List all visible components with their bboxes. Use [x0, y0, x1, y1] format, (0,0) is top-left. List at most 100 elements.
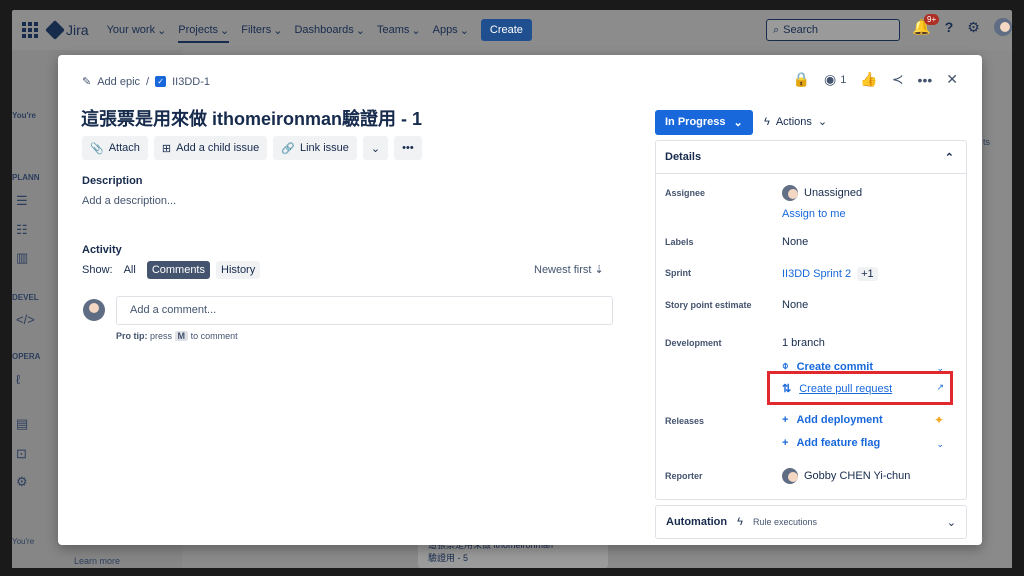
task-type-icon[interactable]: ✓ [155, 76, 167, 87]
app-switcher-icon[interactable] [22, 22, 38, 38]
keyboard-shortcut-key: M [174, 331, 189, 341]
description-field[interactable]: Add a description... [82, 195, 176, 207]
activity-heading: Activity [82, 244, 122, 256]
link-issue-button[interactable]: 🔗 Link issue [273, 136, 357, 160]
sort-icon: ⇣ [594, 264, 604, 276]
settings-gear-icon[interactable]: ⚙ [967, 19, 980, 36]
settings-icon[interactable]: ⚙ [16, 474, 28, 490]
close-icon[interactable]: ✕ [946, 71, 958, 88]
lightning-icon: ϟ [764, 115, 770, 128]
assign-to-me-link[interactable]: Assign to me [782, 208, 846, 220]
nav-apps[interactable]: Apps ⌄ [433, 24, 469, 37]
issue-title[interactable]: 這張票是用來做 ithomeironman驗證用 - 1 [81, 105, 422, 131]
automation-title: Automation [666, 516, 728, 528]
assignee-label: Assignee [665, 188, 706, 198]
jira-logo-icon [45, 20, 65, 40]
unassigned-avatar-icon [782, 185, 798, 201]
code-icon[interactable]: </> [16, 312, 35, 327]
watch-button[interactable]: ◉ 1 [824, 71, 846, 88]
show-label: Show: [82, 264, 113, 276]
search-placeholder: Search [783, 24, 819, 36]
releases-expand-icon[interactable]: ⌄ [936, 439, 944, 450]
search-icon: ⌕ [773, 23, 780, 36]
issue-detail-modal: ✎ Add epic / ✓ II3DD-1 🔒 ◉ 1 👍 ≺ ••• ✕ 這張… [58, 55, 982, 545]
sidebar-section-operations: OPERA [12, 352, 41, 361]
automation-panel[interactable]: Automation ϟ Rule executions ⌄ [655, 505, 967, 539]
learn-more-link[interactable]: Learn more [74, 556, 120, 566]
chevron-up-icon: ⌃ [944, 151, 954, 164]
development-label: Development [665, 338, 722, 348]
like-icon[interactable]: 👍 [860, 71, 877, 88]
operations-icon[interactable]: ℓ [16, 372, 20, 387]
story-points-field[interactable]: None [782, 299, 808, 311]
reporter-avatar [782, 468, 798, 484]
sprint-extra-badge[interactable]: +1 [857, 267, 878, 281]
sprint-label: Sprint [665, 268, 691, 278]
card-title-line-2: 驗證用 - 5 [428, 553, 469, 563]
branch-count[interactable]: 1 branch [782, 337, 825, 349]
sparkle-icon[interactable]: ✦ [934, 413, 944, 427]
more-actions-icon[interactable]: ••• [918, 72, 933, 88]
sort-order-button[interactable]: Newest first ⇣ [534, 263, 604, 276]
sidebar-you-re: You're [12, 111, 36, 120]
background-edge-text: ts [983, 137, 991, 147]
details-title: Details [665, 151, 702, 163]
roadmap-icon[interactable]: ☰ [16, 193, 28, 209]
chevron-down-icon: ⌄ [370, 142, 381, 155]
reporter-field[interactable]: Gobby CHEN Yi-chun [782, 468, 910, 484]
board-icon[interactable]: ▥ [16, 250, 28, 266]
actions-dropdown[interactable]: ϟ Actions ⌄ [764, 115, 828, 129]
lock-icon[interactable]: 🔒 [793, 71, 810, 88]
user-avatar[interactable] [993, 18, 1012, 36]
comment-input[interactable]: Add a comment... [116, 296, 613, 325]
assignee-field[interactable]: Unassigned [782, 185, 862, 201]
add-shortcut-icon[interactable]: ⊡ [16, 446, 27, 462]
sprint-link[interactable]: II3DD Sprint 2 [782, 268, 851, 280]
add-deployment-link[interactable]: + Add deployment [782, 414, 883, 426]
backlog-icon[interactable]: ☷ [16, 222, 28, 238]
nav-teams[interactable]: Teams ⌄ [377, 24, 421, 37]
hierarchy-icon: ⊞ [161, 142, 172, 155]
issue-toolbar: 📎 Attach ⊞ Add a child issue 🔗 Link issue ⌄… [82, 136, 422, 160]
labels-field[interactable]: None [782, 236, 808, 248]
breadcrumb: ✎ Add epic / ✓ II3DD-1 [82, 75, 210, 89]
create-button[interactable]: Create [480, 19, 532, 41]
sprint-field[interactable]: II3DD Sprint 2 +1 [782, 267, 878, 281]
lightning-icon: ϟ [737, 516, 743, 528]
add-feature-flag-link[interactable]: + Add feature flag [782, 437, 880, 449]
toolbar-more-button[interactable]: ••• [394, 136, 422, 160]
nav-dashboards[interactable]: Dashboards ⌄ [294, 24, 365, 37]
breadcrumb-separator: / [146, 75, 150, 88]
current-user-avatar [83, 299, 105, 321]
chevron-down-icon: ⌄ [817, 116, 828, 128]
reporter-label: Reporter [665, 471, 703, 481]
share-icon[interactable]: ≺ [892, 71, 904, 88]
issue-key-link[interactable]: II3DD-1 [172, 76, 210, 88]
plus-icon: + [782, 414, 789, 426]
filter-all[interactable]: All [119, 261, 141, 279]
nav-your-work[interactable]: Your work ⌄ [107, 24, 167, 37]
nav-projects[interactable]: Projects ⌄ [178, 24, 230, 43]
help-icon[interactable]: ? [945, 19, 954, 35]
status-dropdown[interactable]: In Progress ⌄ [655, 110, 753, 135]
nav-filters[interactable]: Filters ⌄ [241, 24, 282, 37]
details-header[interactable]: Details ⌃ [656, 141, 966, 174]
pages-icon[interactable]: ▤ [16, 416, 28, 432]
pencil-icon: ✎ [82, 76, 92, 88]
filter-history[interactable]: History [216, 261, 261, 279]
link-issue-dropdown[interactable]: ⌄ [362, 136, 389, 160]
releases-label: Releases [665, 416, 705, 426]
filter-comments[interactable]: Comments [146, 261, 210, 279]
jira-logo[interactable]: Jira [45, 20, 89, 40]
labels-label: Labels [665, 237, 694, 247]
notification-badge: 9+ [924, 14, 940, 25]
top-navigation: Jira Your work ⌄ Projects ⌄ Filters ⌄ Da… [12, 10, 1012, 50]
add-epic-link[interactable]: Add epic [97, 76, 140, 88]
add-child-issue-button[interactable]: ⊞ Add a child issue [153, 136, 268, 160]
story-points-label: Story point estimate [665, 300, 752, 310]
plus-icon: + [782, 437, 789, 449]
app-name: Jira [66, 22, 89, 38]
pro-tip: Pro tip: press M to comment [116, 331, 238, 341]
attach-button[interactable]: 📎 Attach [82, 136, 148, 160]
search-input[interactable]: ⌕ Search [766, 19, 900, 41]
